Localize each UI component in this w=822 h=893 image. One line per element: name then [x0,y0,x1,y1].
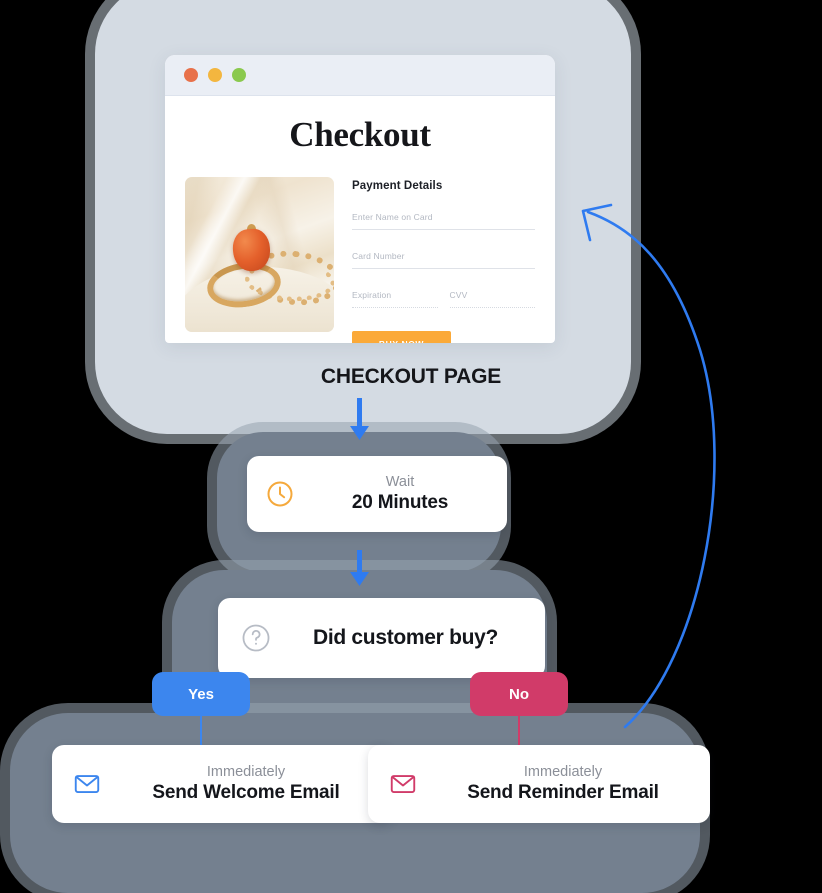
send-welcome-email-label: Send Welcome Email [152,782,340,804]
browser-title-bar [165,55,555,96]
envelope-icon [72,769,102,799]
decision-step-card[interactable]: Did customer buy? [218,598,545,678]
payment-details-heading: Payment Details [352,180,443,192]
envelope-icon [388,769,418,799]
connector-yes [200,712,202,748]
card-number-field[interactable]: Card Number [352,251,535,269]
page-title: Checkout [289,115,431,154]
question-mark-icon [240,622,272,654]
payment-form: Payment Details Enter Name on Card Card … [352,177,535,343]
minimize-dot-yellow-icon[interactable] [208,68,222,82]
send-welcome-email-card[interactable]: Immediately Send Welcome Email [52,745,392,823]
name-on-card-field[interactable]: Enter Name on Card [352,212,535,230]
decision-step-label: Did customer buy? [312,626,499,649]
branch-badge-yes[interactable]: Yes [152,672,250,716]
checkout-page-caption: CHECKOUT PAGE [320,365,502,388]
browser-content: Checkout Payment Details Enter Name on C… [165,115,555,343]
wait-step-sublabel: Wait [385,474,415,491]
branch-badge-yes-label: Yes [188,685,214,703]
send-reminder-email-card[interactable]: Immediately Send Reminder Email [368,745,710,823]
send-reminder-email-label: Send Reminder Email [467,782,659,804]
expiration-cvv-row: Expiration CVV [352,290,535,331]
send-reminder-email-sublabel: Immediately [523,764,603,781]
wait-step-value: 20 Minutes [351,492,449,514]
close-dot-red-icon[interactable] [184,68,198,82]
browser-mock-window: Checkout Payment Details Enter Name on C… [165,55,555,343]
maximize-dot-green-icon[interactable] [232,68,246,82]
connector-no [518,712,520,748]
cvv-field[interactable]: CVV [449,290,535,308]
send-welcome-email-text: Immediately Send Welcome Email [120,763,372,805]
branch-badge-no-label: No [509,685,529,703]
product-image [185,177,334,332]
wait-step-card[interactable]: Wait 20 Minutes [247,456,507,532]
clock-icon [265,479,295,509]
buy-now-button[interactable]: BUY NOW [352,331,451,343]
send-reminder-email-text: Immediately Send Reminder Email [436,763,690,805]
wait-step-text: Wait 20 Minutes [311,473,489,515]
expiration-field[interactable]: Expiration [352,290,438,308]
send-welcome-email-sublabel: Immediately [206,764,286,781]
branch-badge-no[interactable]: No [470,672,568,716]
